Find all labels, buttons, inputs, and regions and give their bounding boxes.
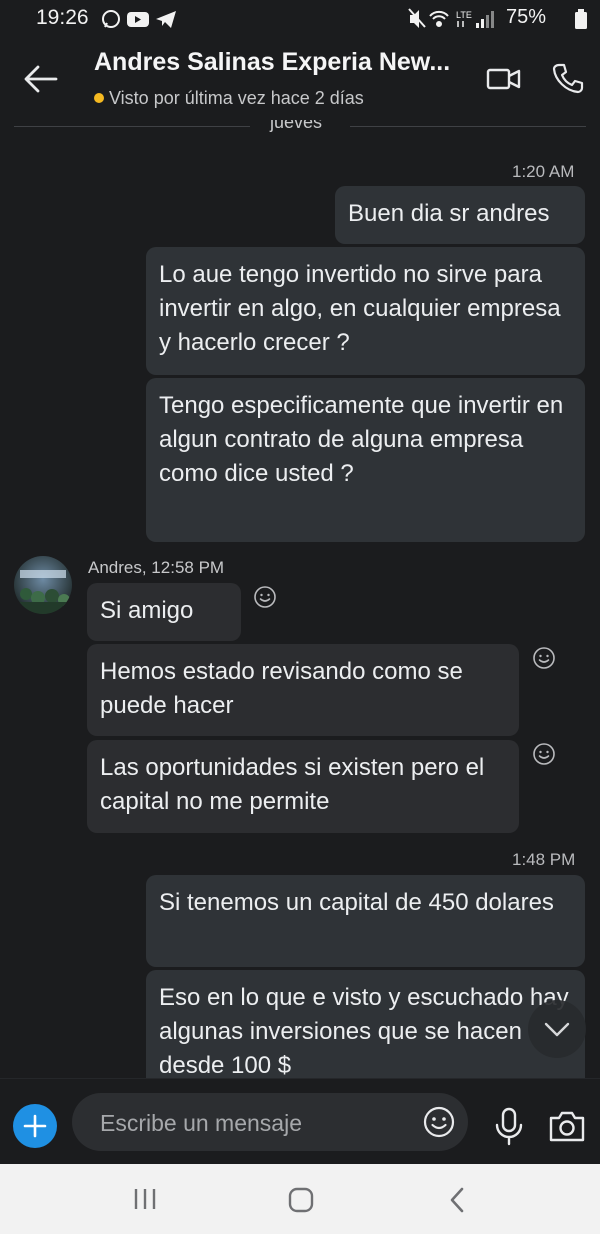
message-text: Hemos estado revisando como se puede hac… <box>100 658 463 719</box>
camera-icon <box>549 1111 585 1142</box>
message-bubble-incoming[interactable]: Si amigo <box>87 583 241 641</box>
message-input[interactable] <box>98 1093 412 1153</box>
smiley-icon <box>254 586 276 608</box>
message-timestamp: 1:20 AM <box>512 162 575 181</box>
video-camera-icon <box>486 68 521 90</box>
avatar[interactable] <box>14 556 72 614</box>
battery-percent: 75% <box>506 6 547 28</box>
message-text: Tengo especificamente que invertir en al… <box>159 392 564 487</box>
message-input-container <box>72 1093 468 1153</box>
message-text: Lo aue tengo invertido no sirve para inv… <box>159 261 561 356</box>
message-text: Las oportunidades si existen pero el cap… <box>100 754 485 815</box>
message-bubble-incoming[interactable]: Las oportunidades si existen pero el cap… <box>87 740 519 833</box>
reaction-button[interactable] <box>253 585 277 609</box>
message-text: Si amigo <box>100 597 194 624</box>
message-bubble-outgoing[interactable]: Lo aue tengo invertido no sirve para inv… <box>146 247 585 375</box>
telegram-icon <box>156 11 176 28</box>
home-icon <box>288 1187 314 1213</box>
recent-apps-icon <box>134 1189 156 1209</box>
arrow-left-icon <box>24 65 58 93</box>
svg-text:LTE: LTE <box>456 10 472 20</box>
status-bar: 19:26 LTE 75% <box>0 0 600 38</box>
smiley-icon <box>533 647 555 669</box>
message-bubble-incoming[interactable]: Hemos estado revisando como se puede hac… <box>87 644 519 736</box>
chevron-down-icon <box>544 1022 570 1037</box>
voice-message-button[interactable] <box>494 1107 524 1147</box>
whatsapp-icon <box>102 10 120 28</box>
phone-icon <box>552 63 584 94</box>
reaction-button[interactable] <box>532 646 556 670</box>
presence-dot <box>94 93 104 103</box>
message-list[interactable]: jueves 1:20 AM Buen dia sr andres Lo aue… <box>0 120 600 1078</box>
presence-text: Visto por última vez hace 2 días <box>109 88 364 108</box>
scroll-to-bottom-button[interactable] <box>528 1000 586 1058</box>
emoji-button[interactable] <box>422 1105 456 1139</box>
battery-icon <box>575 9 587 29</box>
reaction-button[interactable] <box>532 742 556 766</box>
smiley-icon <box>533 743 555 765</box>
video-call-button[interactable] <box>486 64 522 94</box>
system-navigation-bar <box>0 1164 600 1234</box>
lte-icon: LTE <box>456 10 472 27</box>
home-button[interactable] <box>287 1186 315 1214</box>
mute-icon <box>408 8 426 28</box>
message-timestamp: 1:48 PM <box>512 850 576 869</box>
message-bubble-outgoing[interactable]: Eso en lo que e visto y escuchado hay al… <box>146 970 585 1078</box>
signal-icon <box>476 11 494 28</box>
message-text: Eso en lo que e visto y escuchado hay al… <box>159 984 569 1078</box>
youtube-icon <box>127 12 149 27</box>
presence-status: Visto por última vez hace 2 días <box>94 88 364 109</box>
sender-line: Andres, 12:58 PM <box>88 558 225 577</box>
avatar-image <box>14 556 72 614</box>
message-bubble-outgoing[interactable]: Buen dia sr andres <box>335 186 585 244</box>
audio-call-button[interactable] <box>552 62 584 94</box>
chevron-left-icon <box>450 1187 464 1213</box>
microphone-icon <box>495 1107 523 1146</box>
message-text: Si tenemos un capital de 450 dolares <box>159 889 554 916</box>
plus-icon <box>23 1114 47 1138</box>
notification-icons <box>100 8 180 35</box>
message-bubble-outgoing[interactable]: Si tenemos un capital de 450 dolares <box>146 875 585 967</box>
day-divider: jueves <box>0 120 600 138</box>
recent-apps-button[interactable] <box>132 1186 158 1212</box>
message-bubble-outgoing[interactable]: Tengo especificamente que invertir en al… <box>146 378 585 542</box>
system-back-button[interactable] <box>446 1186 468 1214</box>
back-button[interactable] <box>22 64 60 94</box>
status-time: 19:26 <box>36 6 89 29</box>
camera-button[interactable] <box>548 1109 586 1143</box>
system-icons: LTE <box>408 7 504 36</box>
message-text: Buen dia sr andres <box>348 200 550 227</box>
chat-title[interactable]: Andres Salinas Experia New... <box>94 48 474 77</box>
smiley-icon <box>423 1106 455 1138</box>
add-attachment-button[interactable] <box>13 1104 57 1148</box>
chat-header: Andres Salinas Experia New... Visto por … <box>0 38 600 120</box>
wifi-icon <box>429 10 449 27</box>
day-divider-label: jueves <box>270 120 323 132</box>
composer <box>0 1078 600 1165</box>
